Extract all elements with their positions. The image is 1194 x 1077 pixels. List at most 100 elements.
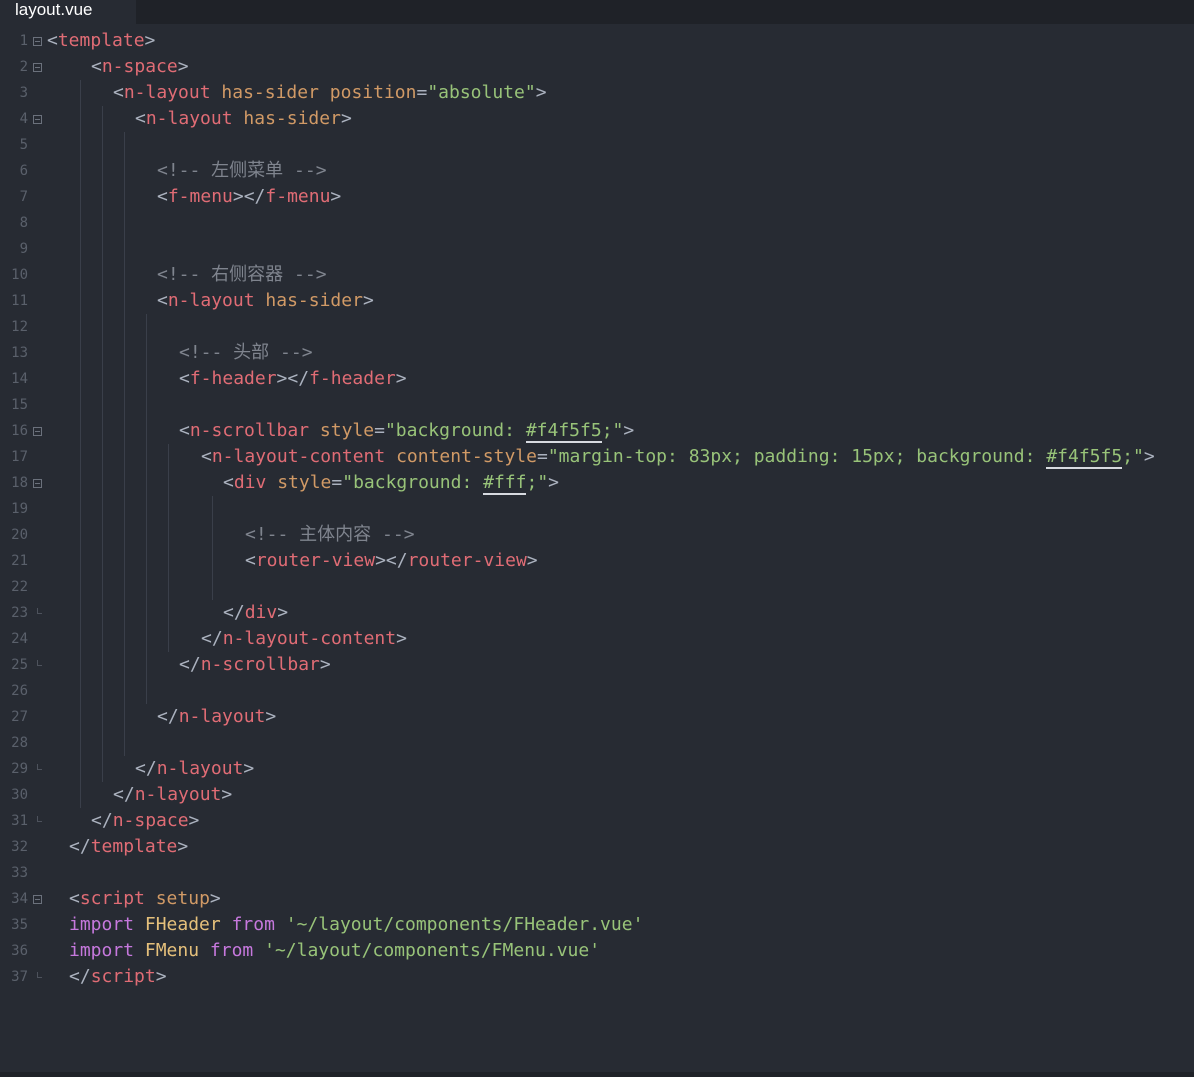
code-line[interactable]: <template> bbox=[47, 28, 155, 54]
indent-guide bbox=[102, 106, 103, 782]
code-line[interactable]: </n-scrollbar> bbox=[179, 652, 331, 678]
code-line[interactable]: </div> bbox=[223, 600, 288, 626]
code-token: '~/layout/components/FHeader.vue' bbox=[285, 914, 644, 935]
code-line[interactable]: <n-layout has-sider> bbox=[157, 288, 374, 314]
code-token: </ bbox=[135, 758, 157, 779]
code-token: f-menu bbox=[265, 186, 331, 207]
code-token: div bbox=[244, 602, 278, 623]
code-token: < bbox=[157, 290, 168, 311]
code-token: > bbox=[155, 966, 167, 987]
indent-guide bbox=[146, 314, 147, 704]
code-token: < bbox=[91, 56, 102, 77]
code-line[interactable]: <div style="background: #fff;"> bbox=[223, 470, 559, 496]
code-token: n-layout-content bbox=[222, 628, 397, 649]
code-token: > bbox=[395, 368, 407, 389]
code-line[interactable]: <n-space> bbox=[91, 54, 189, 80]
code-token: #f4f5f5 bbox=[525, 420, 602, 443]
code-token: ></ bbox=[232, 186, 266, 207]
indent-guide bbox=[80, 80, 81, 808]
code-token: router-view bbox=[407, 550, 527, 571]
code-line[interactable]: <!-- 主体内容 --> bbox=[245, 522, 415, 548]
code-editor[interactable]: 1 2 3 4 5 6 7 8 9 10 11 12 13 14 15 16 17 18 19 20 21 22 23 24 2… bbox=[0, 28, 1194, 1068]
code-token: > bbox=[265, 706, 277, 727]
code-line[interactable]: <n-layout-content content-style="margin-… bbox=[201, 444, 1155, 470]
code-token: > bbox=[330, 186, 342, 207]
tab-layout-vue[interactable]: layout.vue bbox=[0, 0, 136, 24]
code-token: ></ bbox=[375, 550, 408, 571]
code-token: router-view bbox=[255, 550, 376, 571]
code-token: = bbox=[536, 446, 548, 467]
code-line[interactable]: </n-layout-content> bbox=[201, 626, 407, 652]
horizontal-scrollbar[interactable] bbox=[0, 1072, 1194, 1077]
code-token: #f4f5f5 bbox=[1046, 446, 1123, 469]
code-token: < bbox=[179, 368, 190, 389]
indent-guide bbox=[168, 444, 169, 652]
code-line[interactable]: </n-layout> bbox=[157, 704, 276, 730]
code-token: </ bbox=[201, 628, 223, 649]
code-line[interactable]: </n-layout> bbox=[135, 756, 254, 782]
code-line[interactable]: <f-header></f-header> bbox=[179, 366, 407, 392]
code-line[interactable]: <f-menu></f-menu> bbox=[157, 184, 341, 210]
code-line[interactable]: <n-layout has-sider> bbox=[135, 106, 352, 132]
code-token: <!-- 主体内容 --> bbox=[245, 524, 415, 545]
code-area[interactable]: <template> <n-space> <n-layout has-sider p… bbox=[0, 28, 1194, 1068]
code-line[interactable]: <!-- 头部 --> bbox=[179, 340, 313, 366]
code-token: ;" bbox=[1122, 446, 1144, 467]
code-token: </ bbox=[113, 784, 135, 805]
code-token: > bbox=[548, 472, 560, 493]
code-token: has-sider bbox=[265, 290, 363, 311]
code-token: n-layout bbox=[156, 758, 244, 779]
code-token: setup bbox=[155, 888, 210, 909]
code-line[interactable]: </n-space> bbox=[91, 808, 199, 834]
code-line[interactable]: <!-- 左侧菜单 --> bbox=[157, 158, 327, 184]
code-token: f-header bbox=[189, 368, 277, 389]
code-token: f-header bbox=[309, 368, 396, 389]
code-line[interactable]: </n-layout> bbox=[113, 782, 232, 808]
code-token: </ bbox=[157, 706, 179, 727]
code-token: FHeader bbox=[144, 914, 221, 935]
code-line[interactable]: import FHeader from '~/layout/components… bbox=[69, 912, 643, 938]
code-line[interactable]: <!-- 右侧容器 --> bbox=[157, 262, 327, 288]
code-token: < bbox=[113, 82, 124, 103]
code-token: n-layout bbox=[167, 290, 255, 311]
code-line[interactable]: </template> bbox=[69, 834, 188, 860]
code-token: script bbox=[90, 966, 156, 987]
code-token: import bbox=[69, 914, 135, 935]
code-line[interactable]: import FMenu from '~/layout/components/F… bbox=[69, 938, 600, 964]
indent-guide bbox=[124, 132, 125, 756]
code-token: </ bbox=[223, 602, 245, 623]
code-token: "background: bbox=[342, 472, 484, 493]
code-token: '~/layout/components/FMenu.vue' bbox=[264, 940, 601, 961]
code-line[interactable]: <n-scrollbar style="background: #f4f5f5;… bbox=[179, 418, 634, 444]
code-token: <!-- 右侧容器 --> bbox=[157, 264, 327, 285]
code-token: from bbox=[209, 940, 254, 961]
code-token: > bbox=[177, 56, 189, 77]
code-line[interactable]: </script> bbox=[69, 964, 167, 990]
tab-bar: layout.vue bbox=[0, 0, 1194, 24]
code-token: f-menu bbox=[167, 186, 233, 207]
code-token: <!-- 头部 --> bbox=[179, 342, 313, 363]
code-token: > bbox=[209, 888, 221, 909]
code-line[interactable]: <router-view></router-view> bbox=[245, 548, 538, 574]
code-token: position bbox=[329, 82, 417, 103]
code-token: < bbox=[135, 108, 146, 129]
code-token: #fff bbox=[483, 472, 527, 495]
code-token: = bbox=[374, 420, 385, 441]
code-token: < bbox=[157, 186, 168, 207]
code-line[interactable]: <n-layout has-sider position="absolute"> bbox=[113, 80, 547, 106]
code-token: < bbox=[69, 888, 80, 909]
code-token: has-sider bbox=[221, 82, 319, 103]
code-token: > bbox=[277, 602, 289, 623]
code-line[interactable]: <script setup> bbox=[69, 886, 221, 912]
